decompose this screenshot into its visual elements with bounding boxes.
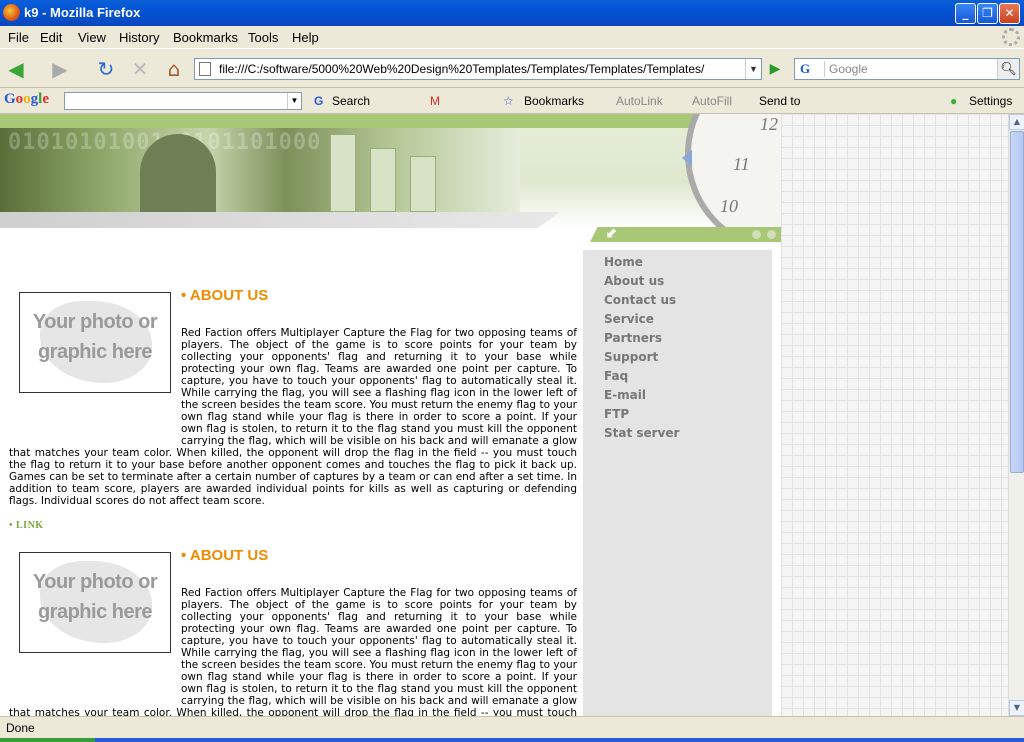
- back-button[interactable]: ◀: [4, 57, 28, 81]
- reload-button[interactable]: ↻: [94, 57, 118, 81]
- gmail-icon[interactable]: M: [430, 94, 440, 108]
- firefox-icon: [3, 4, 20, 21]
- sidebar-header-bar: ⬋: [590, 227, 781, 242]
- section-heading: • ABOUT US: [181, 547, 269, 564]
- google-logo: Google: [4, 91, 50, 107]
- autolink-button[interactable]: AutoLink: [616, 94, 663, 108]
- maximize-button[interactable]: ❐: [977, 3, 998, 24]
- close-button[interactable]: ✕: [999, 3, 1020, 24]
- menu-edit[interactable]: Edit: [40, 30, 62, 45]
- article-text-wrap: Red Faction offers Multiplayer Capture t…: [9, 327, 577, 507]
- sidebar-item-stat-server[interactable]: Stat server: [604, 426, 679, 440]
- arrow-icon: ⬋: [606, 225, 618, 241]
- article: Your photo or graphic here • ABOUT US Re…: [9, 287, 577, 532]
- minimize-button[interactable]: _: [955, 3, 976, 24]
- link[interactable]: • LINK: [9, 520, 44, 531]
- home-button[interactable]: ⌂: [162, 57, 186, 81]
- banner-stripe: [0, 212, 560, 228]
- menu-help[interactable]: Help: [292, 30, 319, 45]
- star-icon: ☆: [503, 94, 514, 108]
- menu-bar: File Edit View History Bookmarks Tools H…: [0, 26, 1024, 48]
- url-bar[interactable]: file:///C:/software/5000%20Web%20Design%…: [194, 58, 762, 80]
- building-image: [410, 156, 436, 212]
- sidebar-nav: Home About us Contact us Service Partner…: [583, 250, 772, 716]
- google-search-input[interactable]: ▼: [64, 92, 302, 110]
- scroll-up-icon[interactable]: ▲: [1009, 114, 1024, 130]
- settings-status-icon: ●: [950, 94, 958, 108]
- sidebar-item-support[interactable]: Support: [604, 350, 658, 364]
- clock-numeral: 12: [760, 114, 778, 134]
- taskbar-strip: [0, 738, 1024, 742]
- menu-bookmarks[interactable]: Bookmarks: [173, 30, 238, 45]
- article: Your photo or graphic here • ABOUT US Re…: [9, 547, 577, 716]
- stop-button[interactable]: ✕: [128, 57, 152, 81]
- search-engine-icon[interactable]: G: [797, 61, 825, 77]
- sidebar-item-faq[interactable]: Faq: [604, 369, 628, 383]
- search-placeholder[interactable]: Google: [829, 62, 868, 76]
- sidebar-item-partners[interactable]: Partners: [604, 331, 662, 345]
- vertical-scrollbar[interactable]: ▲ ▼: [1008, 114, 1024, 716]
- clock-numeral: 10: [720, 196, 738, 216]
- chevron-down-icon[interactable]: ▼: [287, 93, 301, 109]
- status-bar: Done: [0, 716, 1024, 738]
- navigation-toolbar: ◀ ▶ ↻ ✕ ⌂ file:///C:/software/5000%20Web…: [0, 48, 1024, 88]
- send-to-button[interactable]: Send to: [759, 94, 800, 108]
- page-icon: [199, 62, 211, 76]
- menu-tools[interactable]: Tools: [248, 30, 278, 45]
- scroll-down-icon[interactable]: ▼: [1009, 700, 1024, 716]
- status-text: Done: [6, 721, 35, 735]
- menu-view[interactable]: View: [78, 30, 106, 45]
- building-image: [330, 134, 356, 212]
- throbber-icon: [1002, 28, 1020, 46]
- sidebar-item-about[interactable]: About us: [604, 274, 664, 288]
- sidebar-item-email[interactable]: E-mail: [604, 388, 646, 402]
- dot-icon: [767, 230, 776, 239]
- settings-button[interactable]: Settings: [969, 94, 1012, 108]
- search-icon[interactable]: 🔍︎: [997, 59, 1019, 79]
- header-banner: 01010101001 0101101000 11 10 12: [0, 114, 781, 228]
- clock-numeral: 11: [733, 154, 750, 174]
- google-search-button[interactable]: Search: [332, 94, 370, 108]
- section-heading: • ABOUT US: [181, 287, 269, 304]
- sidebar-item-home[interactable]: Home: [604, 255, 643, 269]
- sidebar-item-ftp[interactable]: FTP: [604, 407, 629, 421]
- autofill-button[interactable]: AutoFill: [692, 94, 732, 108]
- grid-background: [781, 114, 1008, 716]
- triangle-arrow-icon: [682, 150, 692, 166]
- search-box[interactable]: G Google 🔍︎: [794, 58, 1020, 80]
- go-button[interactable]: ▶: [764, 58, 786, 80]
- window-title: k9 - Mozilla Firefox: [24, 5, 141, 20]
- page-viewport: 01010101001 0101101000 11 10 12 ⬋ Home A…: [0, 114, 1008, 716]
- businessman-image: [140, 134, 216, 212]
- article-text-wrap: Red Faction offers Multiplayer Capture t…: [9, 587, 577, 716]
- title-bar: k9 - Mozilla Firefox _ ❐ ✕: [0, 0, 1024, 26]
- dot-icon: [752, 230, 761, 239]
- menu-history[interactable]: History: [119, 30, 159, 45]
- browser-window: k9 - Mozilla Firefox _ ❐ ✕ File Edit Vie…: [0, 0, 1024, 742]
- building-image: [370, 148, 396, 212]
- google-g-icon: G: [314, 94, 324, 108]
- start-button[interactable]: [0, 738, 95, 742]
- bookmarks-button[interactable]: Bookmarks: [524, 94, 584, 108]
- google-toolbar: Google ▼ G Search M ☆ Bookmarks AutoLink…: [0, 88, 1024, 114]
- url-dropdown-icon[interactable]: ▼: [745, 59, 761, 79]
- sidebar-item-contact[interactable]: Contact us: [604, 293, 676, 307]
- scroll-thumb[interactable]: [1010, 131, 1024, 473]
- forward-button[interactable]: ▶: [48, 57, 72, 81]
- url-text[interactable]: file:///C:/software/5000%20Web%20Design%…: [219, 62, 739, 76]
- menu-file[interactable]: File: [8, 30, 29, 45]
- sidebar-item-service[interactable]: Service: [604, 312, 654, 326]
